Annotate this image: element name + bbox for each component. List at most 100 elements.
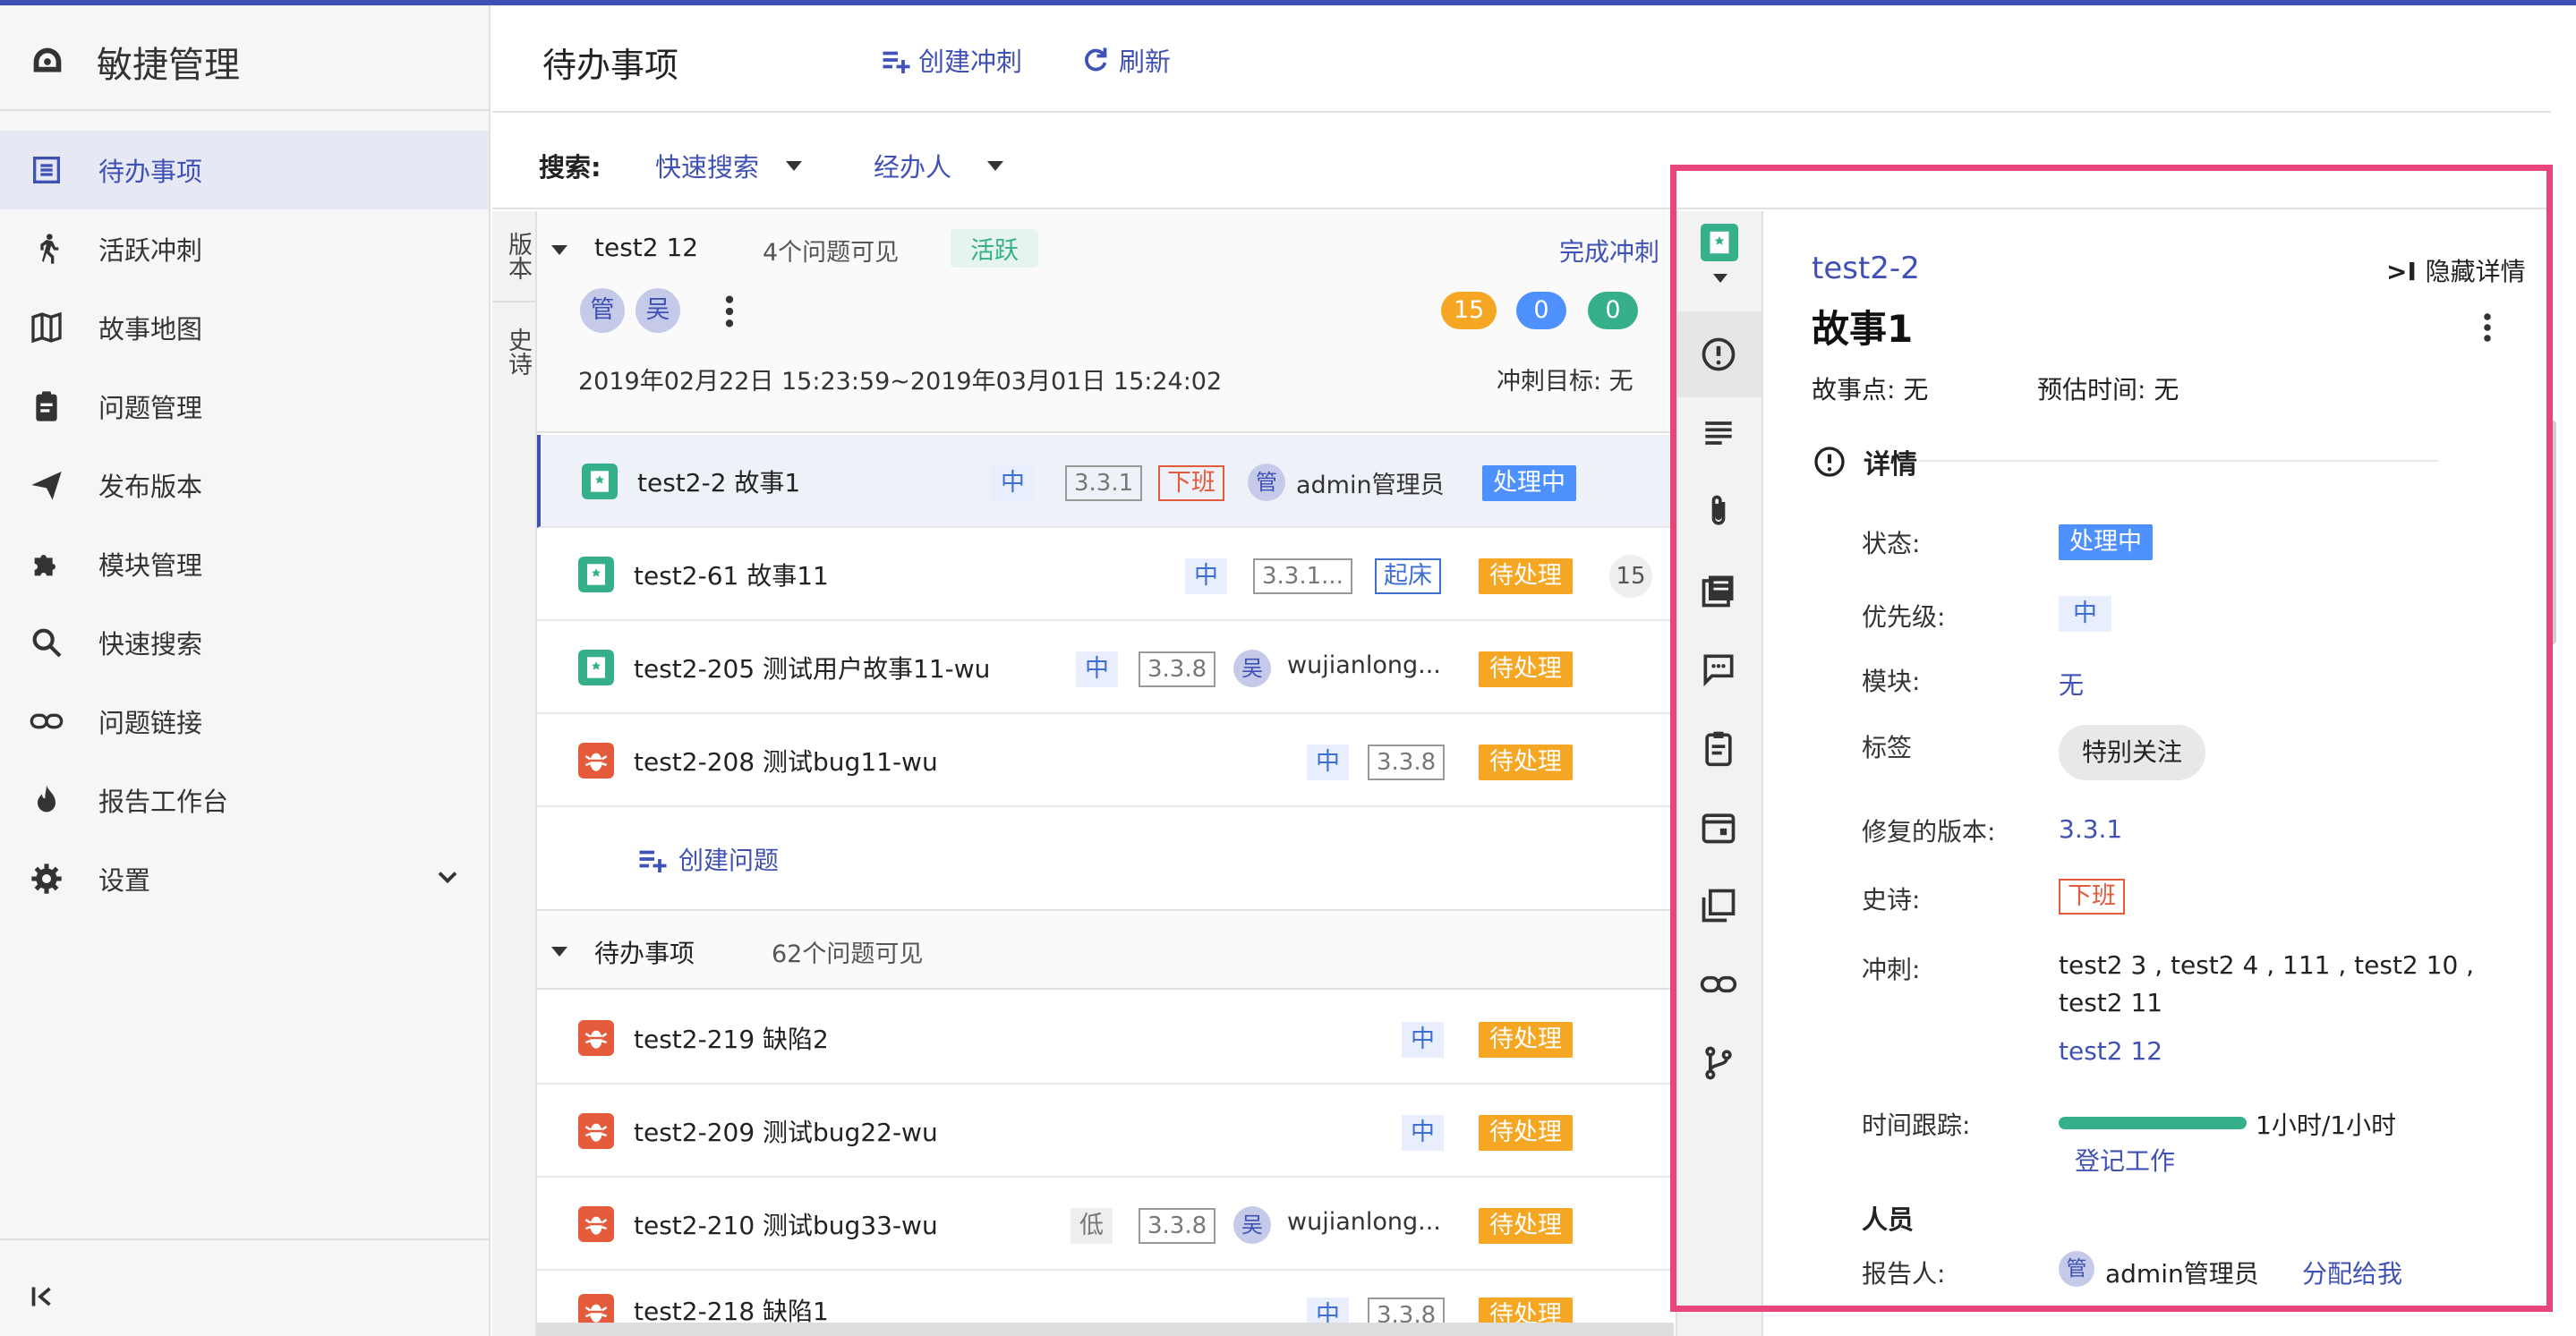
- backlog-icon: [33, 157, 60, 183]
- priority-tag: 中: [1185, 558, 1227, 594]
- doing-count-pill: 0: [1516, 292, 1566, 329]
- sidebar-item-issue-links[interactable]: 问题链接: [0, 682, 489, 761]
- collapse-sidebar-icon[interactable]: [27, 1281, 59, 1313]
- more-vert-icon[interactable]: [2483, 311, 2492, 344]
- running-icon: [40, 234, 59, 264]
- attachment-icon[interactable]: [1699, 492, 1738, 532]
- issue-row[interactable]: test2-210 测试bug33-wu 低 3.3.8 吴 wujianlon…: [537, 1178, 1674, 1271]
- map-icon: [31, 311, 62, 344]
- collapse-triangle-icon[interactable]: [551, 947, 567, 957]
- sidebar-item-label: 故事地图: [98, 314, 203, 345]
- issue-row[interactable]: test2-205 测试用户故事11-wu 中 3.3.8 吴 wujianlo…: [537, 621, 1674, 714]
- assign-to-me-link[interactable]: 分配给我: [2302, 1255, 2402, 1290]
- sidebar-item-issues[interactable]: 问题管理: [0, 367, 489, 446]
- status-badge: 待处理: [1479, 558, 1573, 594]
- priority-tag[interactable]: 中: [2059, 596, 2111, 632]
- issue-summary: test2-208 测试bug11-wu: [634, 747, 938, 777]
- story-icon: [578, 557, 614, 592]
- sidebar-item-active-sprint[interactable]: 活跃冲刺: [0, 209, 489, 288]
- avatar: 吴: [635, 288, 680, 333]
- sidebar-item-label: 活跃冲刺: [98, 235, 203, 266]
- chevron-down-icon[interactable]: [431, 861, 464, 893]
- notes-icon[interactable]: [1699, 571, 1738, 610]
- estimate-time: 预估时间: 无: [2037, 375, 2179, 404]
- create-sprint-button[interactable]: 创建冲刺: [879, 41, 1022, 79]
- module-label: 模块:: [1862, 667, 1921, 696]
- label-chip[interactable]: 特别关注: [2059, 725, 2206, 780]
- agile-logo-icon: [33, 47, 62, 72]
- vertical-scrollbar[interactable]: [2549, 421, 2556, 644]
- detail-issue-key[interactable]: test2-2: [1812, 251, 1920, 286]
- search-label: 搜索:: [539, 152, 601, 183]
- sidebar-item-label: 模块管理: [98, 550, 203, 581]
- sidebar-item-release[interactable]: 发布版本: [0, 446, 489, 524]
- send-icon: [31, 472, 62, 500]
- issue-row[interactable]: test2-208 测试bug11-wu 中 3.3.8 待处理: [537, 714, 1674, 807]
- issue-row[interactable]: test2-219 缺陷2 中 待处理: [537, 991, 1674, 1085]
- priority-tag: 中: [992, 465, 1034, 501]
- link-icon[interactable]: [1699, 965, 1738, 1004]
- story-type-icon[interactable]: [1701, 224, 1738, 261]
- priority-tag: 中: [1076, 651, 1118, 687]
- issue-row[interactable]: test2-61 故事11 中 3.3.1... 起床 待处理 15: [537, 528, 1674, 621]
- issue-summary: test2-219 缺陷2: [634, 1025, 829, 1054]
- calendar-icon[interactable]: [1699, 807, 1738, 847]
- story-icon: [578, 650, 614, 685]
- done-count-pill: 0: [1588, 292, 1638, 329]
- status-badge[interactable]: 处理中: [2059, 524, 2153, 560]
- fix-version-value[interactable]: 3.3.1: [2059, 814, 2122, 844]
- issue-row[interactable]: test2-209 测试bug22-wu 中 待处理: [537, 1085, 1674, 1178]
- reporter-name: admin管理员: [2105, 1259, 2259, 1289]
- priority-label: 优先级:: [1862, 602, 1946, 632]
- more-vert-icon[interactable]: [725, 292, 734, 331]
- comment-icon[interactable]: [1699, 650, 1738, 689]
- avatar: 吴: [1233, 1206, 1271, 1244]
- clipboard-icon[interactable]: [1699, 728, 1738, 768]
- sidebar: 敏捷管理 待办事项 活跃冲刺 故事地图 问题管理 发布版本 模块管理 快速搜索 …: [0, 5, 490, 1336]
- dropdown-caret-icon[interactable]: [1713, 274, 1727, 283]
- complete-sprint-link[interactable]: 完成冲刺: [1559, 233, 1659, 268]
- issue-row[interactable]: test2-2 故事1 中 3.3.1 下班 管 admin管理员 处理中: [537, 435, 1674, 528]
- description-icon[interactable]: [1699, 413, 1738, 453]
- sidebar-item-settings[interactable]: 设置: [0, 839, 489, 918]
- refresh-label: 刷新: [1119, 47, 1172, 77]
- issue-summary: test2-210 测试bug33-wu: [634, 1211, 938, 1240]
- create-sprint-label: 创建冲刺: [918, 47, 1023, 77]
- epic-tag[interactable]: 下班: [2059, 879, 2125, 915]
- branch-icon[interactable]: [1699, 1043, 1738, 1083]
- info-icon[interactable]: [1699, 335, 1738, 374]
- tab-epic[interactable]: 史诗: [492, 310, 535, 394]
- refresh-button[interactable]: 刷新: [1079, 41, 1171, 79]
- sidebar-item-backlog[interactable]: 待办事项: [0, 131, 489, 209]
- copy-icon[interactable]: [1699, 886, 1738, 925]
- log-work-link[interactable]: 登记工作: [2075, 1142, 2175, 1178]
- clipboard-icon: [36, 391, 57, 421]
- info-icon: [1814, 447, 1845, 477]
- hide-details-button[interactable]: >I 隐藏详情: [2386, 252, 2526, 288]
- status-badge: 待处理: [1479, 1208, 1573, 1244]
- search-bar: 搜索: 快速搜索 经办人: [492, 115, 2551, 209]
- app-root: 敏捷管理 待办事项 活跃冲刺 故事地图 问题管理 发布版本 模块管理 快速搜索 …: [0, 0, 2576, 1336]
- sidebar-item-reports[interactable]: 报告工作台: [0, 761, 489, 839]
- sidebar-item-quick-search[interactable]: 快速搜索: [0, 603, 489, 682]
- active-sprint-link[interactable]: test2 12: [2059, 1036, 2162, 1066]
- assignee-name: wujianlong...: [1287, 1208, 1441, 1236]
- assignee-select[interactable]: 经办人: [874, 147, 1004, 184]
- quick-search-select[interactable]: 快速搜索: [655, 147, 803, 184]
- sidebar-divider: [0, 1238, 489, 1240]
- module-value[interactable]: 无: [2059, 666, 2084, 702]
- search-icon: [32, 628, 62, 658]
- sidebar-item-modules[interactable]: 模块管理: [0, 524, 489, 603]
- create-issue-button[interactable]: 创建问题: [635, 841, 779, 877]
- sidebar-item-story-map[interactable]: 故事地图: [0, 288, 489, 367]
- fire-icon: [38, 785, 55, 813]
- tab-version[interactable]: 版本: [492, 211, 535, 295]
- playlist-add-icon: [639, 850, 667, 872]
- horizontal-scrollbar[interactable]: [537, 1323, 1674, 1336]
- version-tag: 3.3.1: [1065, 465, 1143, 501]
- quick-search-value: 快速搜索: [655, 152, 760, 183]
- collapse-triangle-icon[interactable]: [551, 245, 567, 255]
- sprint-history-cont: test2 11: [2059, 988, 2163, 1017]
- bug-icon: [578, 1020, 614, 1056]
- sprint-goal: 冲刺目标: 无: [1497, 368, 1633, 396]
